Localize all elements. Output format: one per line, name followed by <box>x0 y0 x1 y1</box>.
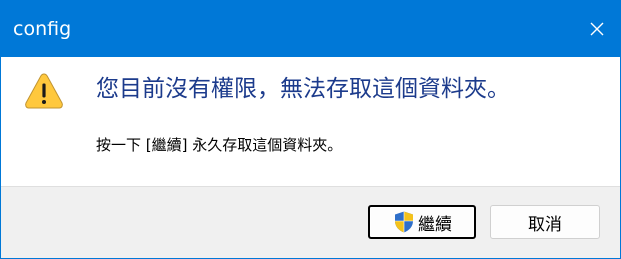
cancel-button-label: 取消 <box>528 214 562 235</box>
continue-button[interactable]: 繼續 <box>368 205 476 239</box>
cancel-button[interactable]: 取消 <box>490 205 600 239</box>
permission-dialog: config 您目前沒有權限，無法存取這個資料夾。 按一下 [繼續] 永久存取這… <box>0 0 621 259</box>
continue-button-label: 繼續 <box>418 214 452 235</box>
title-bar: config <box>1 1 620 57</box>
warning-icon <box>25 73 63 109</box>
window-title: config <box>13 18 72 40</box>
button-bar: 繼續 取消 <box>1 186 620 258</box>
content-text: 按一下 [繼續] 永久存取這個資料夾。 <box>96 136 343 154</box>
close-icon <box>590 22 604 36</box>
uac-shield-icon <box>395 211 413 233</box>
main-instruction: 您目前沒有權限，無法存取這個資料夾。 <box>96 76 510 102</box>
close-button[interactable] <box>574 1 620 57</box>
dialog-body: 您目前沒有權限，無法存取這個資料夾。 按一下 [繼續] 永久存取這個資料夾。 <box>1 57 620 186</box>
